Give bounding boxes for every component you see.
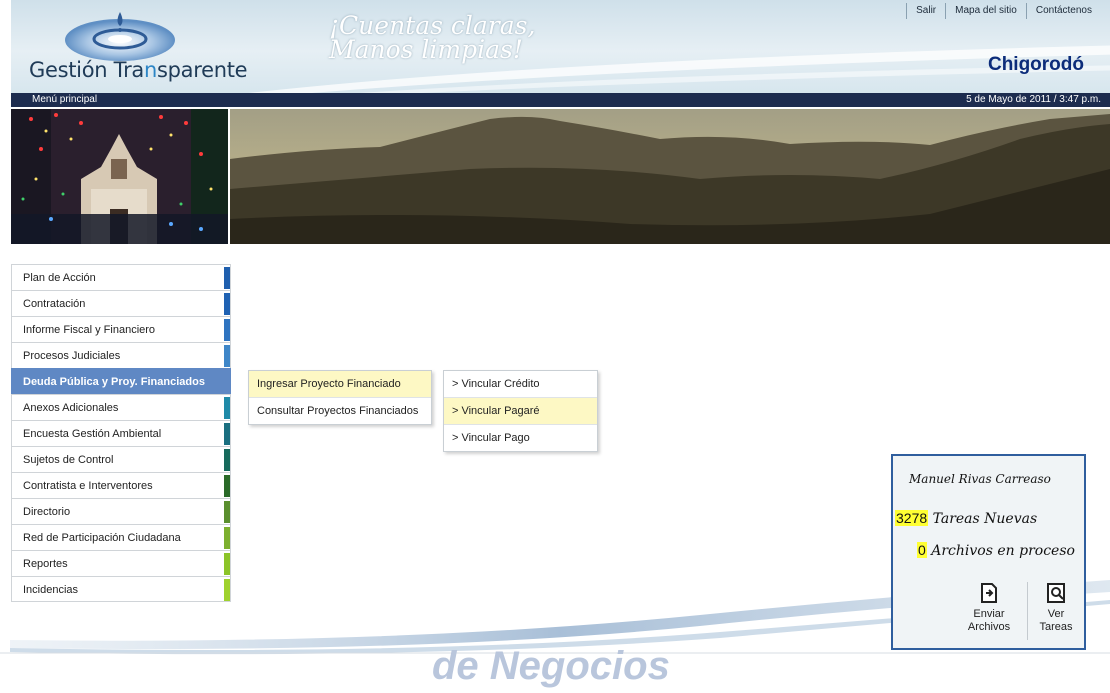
new-tasks-line[interactable]: 3278 Tareas Nuevas bbox=[895, 510, 1037, 527]
menu-item-consultar-proyectos[interactable]: Consultar Proyectos Financiados bbox=[249, 398, 431, 424]
user-actions: Enviar Archivos Ver Tareas bbox=[951, 582, 1081, 642]
sidebar-item-color-bar bbox=[224, 345, 230, 367]
sidebar-item-plan-accion[interactable]: Plan de Acción bbox=[11, 264, 231, 290]
sidebar-item-label: Procesos Judiciales bbox=[23, 350, 121, 362]
slogan: ¡Cuentas claras, Manos limpias! bbox=[329, 13, 535, 64]
sidebar-item-color-bar bbox=[224, 293, 230, 315]
actions-divider bbox=[1027, 582, 1028, 640]
view-tasks-icon bbox=[1047, 583, 1065, 603]
sidebar-item-encuesta-ambiental[interactable]: Encuesta Gestión Ambiental bbox=[11, 420, 231, 446]
sidebar-item-informe-fiscal[interactable]: Informe Fiscal y Financiero bbox=[11, 316, 231, 342]
top-links: Salir Mapa del sitio Contáctenos bbox=[906, 3, 1101, 19]
send-files-label-1: Enviar bbox=[973, 608, 1005, 620]
sitemap-link[interactable]: Mapa del sitio bbox=[945, 3, 1026, 19]
menu-item-ingresar-proyecto[interactable]: Ingresar Proyecto Financiado bbox=[249, 371, 431, 398]
new-tasks-label: Tareas Nuevas bbox=[932, 511, 1038, 527]
main-navbar: Menú principal 5 de Mayo de 2011 / 3:47 … bbox=[11, 93, 1110, 107]
submenu-vincular: > Vincular Crédito > Vincular Pagaré > V… bbox=[443, 370, 598, 452]
user-name: Manuel Rivas Carreaso bbox=[909, 472, 1051, 486]
church-photo bbox=[11, 109, 228, 244]
sidebar-item-color-bar bbox=[224, 475, 230, 497]
sidebar-item-color-bar bbox=[224, 267, 230, 289]
user-panel: Manuel Rivas Carreaso 3278 Tareas Nuevas… bbox=[891, 454, 1086, 650]
site-logo-text[interactable]: Gestión Transparente bbox=[29, 58, 248, 82]
sidebar-item-label: Plan de Acción bbox=[23, 272, 96, 284]
main-menu-label: Menú principal bbox=[32, 94, 98, 105]
files-count: 0 bbox=[917, 542, 927, 558]
files-label: Archivos en proceso bbox=[931, 543, 1075, 559]
sidebar-item-procesos-judiciales[interactable]: Procesos Judiciales bbox=[11, 342, 231, 368]
mountains-photo bbox=[230, 109, 1110, 244]
sidebar-item-label: Directorio bbox=[23, 506, 71, 518]
sidebar-item-color-bar bbox=[224, 527, 230, 549]
watermark-text: de Negocios bbox=[432, 644, 670, 688]
site-header: Gestión Transparente ¡Cuentas claras, Ma… bbox=[11, 0, 1110, 93]
sidebar-item-label: Sujetos de Control bbox=[23, 454, 114, 466]
sidebar-item-color-bar bbox=[224, 449, 230, 471]
sidebar-item-label: Deuda Pública y Proy. Financiados bbox=[23, 376, 205, 388]
menu-item-vincular-pagare[interactable]: > Vincular Pagaré bbox=[444, 398, 597, 425]
church-night-illustration bbox=[11, 109, 228, 244]
sidebar-item-label: Contratación bbox=[23, 298, 86, 310]
sidebar-item-directorio[interactable]: Directorio bbox=[11, 498, 231, 524]
sidebar-item-color-bar bbox=[224, 501, 230, 523]
sidebar-item-contratacion[interactable]: Contratación bbox=[11, 290, 231, 316]
sidebar-item-label: Contratista e Interventores bbox=[23, 480, 153, 492]
new-tasks-count: 3278 bbox=[895, 510, 929, 526]
sidebar-item-color-bar bbox=[224, 397, 230, 419]
sidebar-item-anexos[interactable]: Anexos Adicionales bbox=[11, 394, 231, 420]
water-drop-logo-icon bbox=[65, 12, 175, 61]
current-datetime: 5 de Mayo de 2011 / 3:47 p.m. bbox=[966, 94, 1101, 105]
view-tasks-label-1: Ver bbox=[1047, 608, 1065, 620]
sidebar-item-sujetos-control[interactable]: Sujetos de Control bbox=[11, 446, 231, 472]
sidebar-item-deuda-publica[interactable]: Deuda Pública y Proy. Financiados bbox=[11, 368, 231, 394]
sidebar-item-label: Informe Fiscal y Financiero bbox=[23, 324, 156, 336]
menu-item-vincular-credito[interactable]: > Vincular Crédito bbox=[444, 371, 597, 398]
sidebar-item-color-bar bbox=[224, 423, 230, 445]
contact-link[interactable]: Contáctenos bbox=[1025, 3, 1101, 19]
sidebar-item-contratista[interactable]: Contratista e Interventores bbox=[11, 472, 231, 498]
view-tasks-button[interactable]: Ver Tareas bbox=[1031, 582, 1081, 634]
files-in-process-line[interactable]: 0 Archivos en proceso bbox=[917, 542, 1075, 559]
send-files-label-2: Archivos bbox=[967, 621, 1011, 633]
sidebar-item-color-bar bbox=[224, 319, 230, 341]
sidebar-item-red-participacion[interactable]: Red de Participación Ciudadana bbox=[11, 524, 231, 550]
view-tasks-label-2: Tareas bbox=[1039, 621, 1073, 633]
send-files-icon bbox=[981, 583, 997, 603]
sidebar-menu: Plan de Acción Contratación Informe Fisc… bbox=[11, 264, 231, 602]
logout-link[interactable]: Salir bbox=[906, 3, 945, 19]
sidebar-item-label: Encuesta Gestión Ambiental bbox=[23, 428, 162, 440]
mountain-landscape bbox=[230, 114, 1110, 244]
send-files-button[interactable]: Enviar Archivos bbox=[951, 582, 1027, 634]
menu-item-vincular-pago[interactable]: > Vincular Pago bbox=[444, 425, 597, 451]
sidebar-item-label: Red de Participación Ciudadana bbox=[23, 532, 181, 544]
sidebar-item-label: Anexos Adicionales bbox=[23, 402, 119, 414]
submenu-deuda-publica: Ingresar Proyecto Financiado Consultar P… bbox=[248, 370, 432, 425]
city-name: Chigorodó bbox=[987, 54, 1084, 75]
slogan-line-2: Manos limpias! bbox=[329, 35, 523, 64]
